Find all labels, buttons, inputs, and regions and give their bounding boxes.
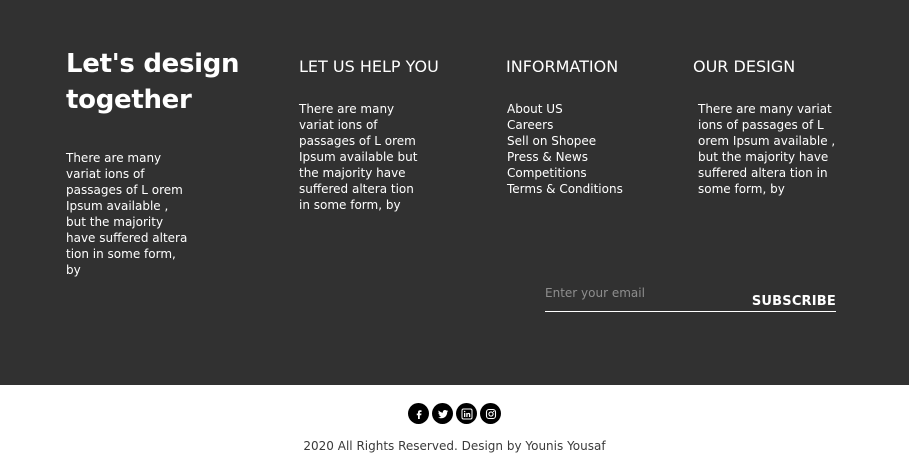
footer-bottom: 2020 All Rights Reserved. Design by Youn… (0, 385, 909, 465)
design-description: There are many variat ions of passages o… (698, 102, 836, 196)
link-about-us[interactable]: About US (507, 101, 623, 117)
brand-title: Let's design together (66, 49, 240, 115)
information-links: About US Careers Sell on Shopee Press & … (507, 101, 623, 197)
link-competitions[interactable]: Competitions (507, 165, 623, 181)
help-description: There are many variat ions of passages o… (299, 102, 418, 212)
email-input[interactable] (545, 282, 745, 304)
instagram-icon[interactable] (480, 403, 501, 424)
footer-main: Let's design together There are many var… (0, 0, 909, 385)
link-press-news[interactable]: Press & News (507, 149, 623, 165)
information-heading: INFORMATION (506, 57, 619, 76)
subscribe-form: SUBSCRIBE (545, 280, 836, 312)
link-careers[interactable]: Careers (507, 117, 623, 133)
social-links (408, 403, 501, 424)
brand-description: There are many variat ions of passages o… (66, 151, 188, 277)
facebook-icon[interactable] (408, 403, 429, 424)
link-sell-on-shopee[interactable]: Sell on Shopee (507, 133, 623, 149)
link-terms-conditions[interactable]: Terms & Conditions (507, 181, 623, 197)
help-heading: LET US HELP YOU (299, 57, 439, 76)
design-heading: OUR DESIGN (693, 57, 796, 76)
linkedin-icon[interactable] (456, 403, 477, 424)
subscribe-button[interactable]: SUBSCRIBE (752, 294, 836, 309)
twitter-icon[interactable] (432, 403, 453, 424)
copyright-text: 2020 All Rights Reserved. Design by Youn… (303, 439, 606, 453)
